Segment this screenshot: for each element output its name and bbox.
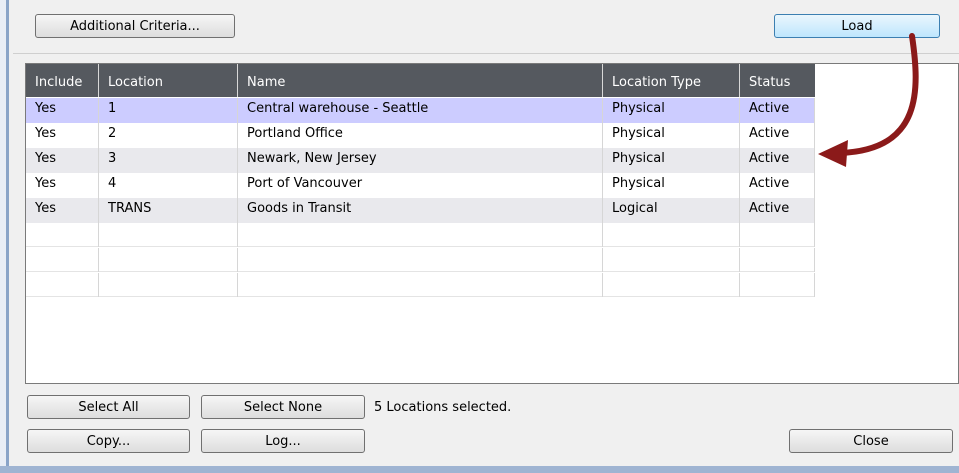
window-left-border [0, 0, 13, 473]
cell-include: Yes [26, 148, 99, 173]
grid-header: Include Location Name Location Type Stat… [26, 64, 815, 97]
cell-location-type [603, 273, 740, 297]
cell-name: Port of Vancouver [238, 173, 603, 198]
cell-include: Yes [26, 123, 99, 148]
cell-name [238, 248, 603, 272]
selection-status-text: 5 Locations selected. [374, 400, 512, 415]
cell-status [740, 248, 815, 272]
cell-status: Active [740, 173, 815, 198]
cell-filler [815, 273, 958, 297]
cell-name: Central warehouse - Seattle [238, 98, 603, 123]
copy-button[interactable]: Copy... [27, 429, 190, 453]
select-all-button[interactable]: Select All [27, 395, 190, 419]
cell-name [238, 223, 603, 247]
log-button[interactable]: Log... [201, 429, 365, 453]
empty-table-row [26, 273, 958, 297]
select-none-button[interactable]: Select None [201, 395, 365, 419]
cell-status: Active [740, 123, 815, 148]
cell-filler [815, 198, 958, 223]
cell-filler [815, 148, 958, 173]
cell-include: Yes [26, 173, 99, 198]
cell-location-type: Physical [603, 98, 740, 123]
cell-location-type [603, 248, 740, 272]
cell-status: Active [740, 148, 815, 173]
column-header-name[interactable]: Name [238, 64, 603, 97]
column-header-location-type[interactable]: Location Type [603, 64, 740, 97]
grid-body: Yes 1 Central warehouse - Seattle Physical A… [26, 98, 958, 298]
cell-location [99, 223, 238, 247]
cell-include: Yes [26, 198, 99, 223]
cell-include [26, 273, 99, 297]
cell-location-type [603, 223, 740, 247]
cell-include: Yes [26, 98, 99, 123]
close-button[interactable]: Close [789, 429, 953, 453]
cell-name [238, 273, 603, 297]
cell-location: 3 [99, 148, 238, 173]
toolbar-separator [13, 53, 959, 54]
table-row[interactable]: Yes 3 Newark, New Jersey Physical Active [26, 148, 958, 173]
cell-include [26, 248, 99, 272]
column-header-include[interactable]: Include [26, 64, 99, 97]
cell-status [740, 223, 815, 247]
cell-status [740, 273, 815, 297]
cell-location: 1 [99, 98, 238, 123]
additional-criteria-button[interactable]: Additional Criteria... [35, 14, 235, 38]
table-row[interactable]: Yes TRANS Goods in Transit Logical Active [26, 198, 958, 223]
cell-location: 2 [99, 123, 238, 148]
cell-filler [815, 223, 958, 247]
cell-location-type: Logical [603, 198, 740, 223]
cell-name: Goods in Transit [238, 198, 603, 223]
cell-location-type: Physical [603, 148, 740, 173]
cell-filler [815, 173, 958, 198]
locations-grid[interactable]: Include Location Name Location Type Stat… [25, 63, 959, 384]
cell-filler [815, 123, 958, 148]
cell-status: Active [740, 198, 815, 223]
cell-location-type: Physical [603, 173, 740, 198]
cell-status: Active [740, 98, 815, 123]
cell-location: 4 [99, 173, 238, 198]
cell-location [99, 273, 238, 297]
empty-table-row [26, 223, 958, 247]
cell-name: Newark, New Jersey [238, 148, 603, 173]
table-row[interactable]: Yes 4 Port of Vancouver Physical Active [26, 173, 958, 198]
load-button[interactable]: Load [774, 14, 940, 38]
cell-include [26, 223, 99, 247]
cell-location [99, 248, 238, 272]
table-row[interactable]: Yes 1 Central warehouse - Seattle Physical A… [26, 98, 958, 123]
empty-table-row [26, 248, 958, 272]
cell-name: Portland Office [238, 123, 603, 148]
window-bottom-border [0, 466, 959, 473]
table-row[interactable]: Yes 2 Portland Office Physical Active [26, 123, 958, 148]
cell-location-type: Physical [603, 123, 740, 148]
cell-filler [815, 98, 958, 123]
column-header-status[interactable]: Status [740, 64, 815, 97]
column-header-location[interactable]: Location [99, 64, 238, 97]
cell-filler [815, 248, 958, 272]
cell-location: TRANS [99, 198, 238, 223]
